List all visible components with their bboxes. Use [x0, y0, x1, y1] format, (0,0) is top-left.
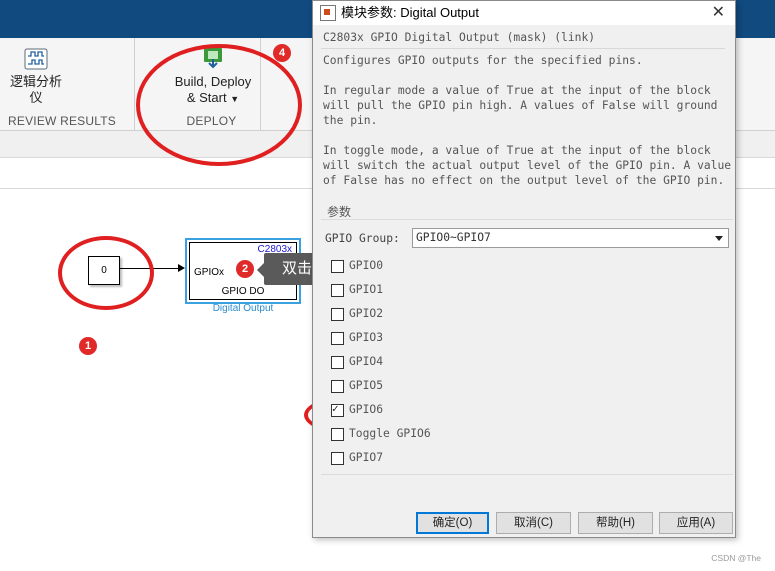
description-line: of False has no effect on the output lev…: [323, 174, 725, 187]
block-parameters-dialog: 模块参数: Digital Output ✕ C2803x GPIO Digit…: [312, 0, 736, 538]
cancel-button[interactable]: 取消(C): [496, 512, 571, 534]
step-badge-1: 1: [79, 337, 97, 355]
dialog-title: 模块参数: Digital Output: [341, 5, 479, 20]
checkbox-box[interactable]: [331, 380, 344, 393]
block-description: C2803x GPIO Digital Output (mask) (link)…: [321, 28, 732, 196]
ok-button[interactable]: 确定(O): [416, 512, 489, 534]
step-badge-2: 2: [236, 260, 254, 278]
block-caption[interactable]: Digital Output: [185, 303, 301, 314]
watermark: CSDN @The: [711, 553, 761, 563]
parameters-title: 参数: [327, 205, 352, 219]
annotation-ring-deploy: [136, 44, 302, 166]
tooltip-tail: [257, 263, 264, 277]
chevron-down-icon: [715, 236, 723, 241]
description-line: In toggle mode, a value of True at the i…: [323, 144, 711, 157]
parameters-group: 参数 GPIO Group: GPIO0~GPIO7 GPIO0 GPIO1 G…: [321, 201, 733, 475]
logic-analyzer-button[interactable]: 逻辑分析 仪: [8, 48, 64, 106]
logic-analyzer-label-line1: 逻辑分析: [9, 74, 62, 89]
checkbox-box[interactable]: [331, 308, 344, 321]
step-badge-4: 4: [273, 44, 291, 62]
description-line: will switch the actual output level of t…: [323, 159, 732, 172]
checkbox-label: GPIO6: [349, 403, 384, 416]
mask-header: C2803x GPIO Digital Output (mask) (link): [323, 31, 596, 44]
checkbox-box[interactable]: [331, 260, 344, 273]
help-button[interactable]: 帮助(H): [578, 512, 653, 534]
checkbox-box[interactable]: [331, 428, 344, 441]
checkbox-label: GPIO4: [349, 355, 384, 368]
checkbox-label: GPIO0: [349, 259, 384, 272]
gpio-group-value: GPIO0~GPIO7: [416, 231, 491, 244]
block-port-label: GPIOx: [194, 267, 225, 278]
checkbox-box[interactable]: [331, 284, 344, 297]
checkbox-box[interactable]: [331, 452, 344, 465]
checkbox-label: GPIO5: [349, 379, 384, 392]
description-line: In regular mode a value of True at the i…: [323, 84, 711, 97]
logic-analyzer-label-line2: 仪: [29, 90, 43, 105]
checkbox-box[interactable]: [331, 356, 344, 369]
checkbox-label: GPIO7: [349, 451, 384, 464]
review-results-section: 逻辑分析 仪 REVIEW RESULTS: [0, 38, 135, 130]
simulink-block-icon: [320, 5, 336, 21]
gpio-group-label: GPIO Group:: [325, 232, 400, 245]
divider: [321, 48, 725, 49]
description-line: Configures GPIO outputs for the specifie…: [323, 54, 643, 67]
close-icon[interactable]: ✕: [712, 1, 725, 25]
checkbox-box-checked[interactable]: [331, 402, 344, 417]
description-line: will pull the GPIO pin high. A values of…: [323, 99, 718, 112]
annotation-ring-constant: [58, 236, 154, 310]
checkbox-label: GPIO1: [349, 283, 384, 296]
dialog-title-bar[interactable]: 模块参数: Digital Output ✕: [313, 1, 735, 25]
checkbox-label: GPIO2: [349, 307, 384, 320]
gpio-group-select[interactable]: GPIO0~GPIO7: [412, 228, 729, 248]
checkbox-box[interactable]: [331, 332, 344, 345]
apply-button[interactable]: 应用(A): [659, 512, 733, 534]
review-results-caption: REVIEW RESULTS: [8, 114, 116, 128]
signal-arrow-icon: [178, 264, 185, 272]
block-inner-name: GPIO DO: [221, 286, 265, 297]
logic-analyzer-icon: [24, 48, 48, 70]
checkbox-label: Toggle GPIO6: [349, 427, 431, 440]
checkbox-label: GPIO3: [349, 331, 384, 344]
description-line: the pin.: [323, 114, 378, 127]
